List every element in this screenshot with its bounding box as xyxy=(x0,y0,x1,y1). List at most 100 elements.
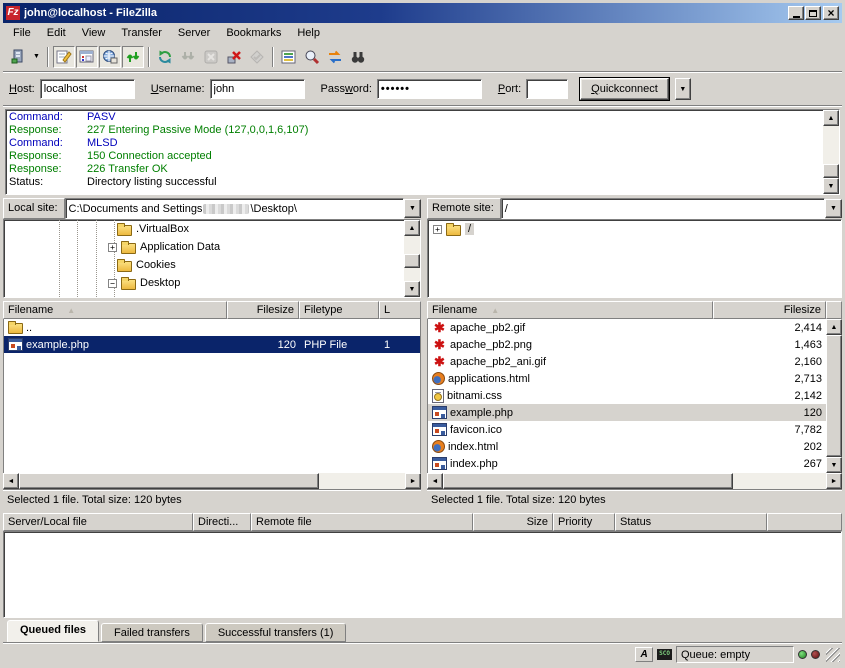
expand-icon[interactable]: + xyxy=(108,243,117,252)
column-header-filename[interactable]: Filename▲ xyxy=(427,301,713,319)
scroll-down-icon[interactable]: ▼ xyxy=(826,457,842,473)
scroll-thumb[interactable] xyxy=(823,164,839,178)
file-row[interactable]: ✱apache_pb2.png 1,463 xyxy=(428,336,826,353)
toggle-transfer-queue-button[interactable] xyxy=(122,46,144,68)
column-header-filetype[interactable]: Filetype xyxy=(299,301,379,319)
column-header-size[interactable]: Size xyxy=(473,513,553,531)
tree-item-virtualbox[interactable]: .VirtualBox xyxy=(4,220,404,238)
column-header-filename[interactable]: Filename▲ xyxy=(3,301,227,319)
toggle-message-log-button[interactable] xyxy=(53,46,75,68)
synchronized-browsing-button[interactable] xyxy=(324,46,346,68)
username-input[interactable] xyxy=(210,79,305,99)
queue-header: Server/Local file Directi... Remote file… xyxy=(3,513,842,531)
separator xyxy=(3,71,842,73)
column-header-direction[interactable]: Directi... xyxy=(193,513,251,531)
remote-site-label: Remote site: xyxy=(427,198,501,219)
tree-item-cookies[interactable]: Cookies xyxy=(4,256,404,274)
menu-item-server[interactable]: Server xyxy=(170,25,218,41)
scroll-thumb[interactable] xyxy=(404,254,420,268)
scroll-up-icon[interactable]: ▲ xyxy=(404,220,420,236)
scroll-up-icon[interactable]: ▲ xyxy=(823,110,839,126)
column-header-server-local[interactable]: Server/Local file xyxy=(3,513,193,531)
file-row[interactable]: favicon.ico 7,782 xyxy=(428,421,826,438)
column-header-status[interactable]: Status xyxy=(615,513,767,531)
tree-item-root[interactable]: + / xyxy=(428,220,841,238)
file-row-example-php[interactable]: example.php 120 PHP File 1 xyxy=(4,336,420,353)
log-scrollbar[interactable]: ▲ ▼ xyxy=(823,110,839,194)
refresh-button[interactable] xyxy=(154,46,176,68)
site-manager-dropdown[interactable]: ▼ xyxy=(30,53,43,60)
remote-horizontal-scrollbar[interactable]: ◄ ► xyxy=(427,473,842,489)
collapse-icon[interactable]: − xyxy=(108,279,117,288)
local-tree-scrollbar[interactable]: ▲ ▼ xyxy=(404,220,420,297)
site-manager-button[interactable] xyxy=(7,46,29,68)
directory-comparison-button[interactable] xyxy=(301,46,323,68)
scroll-thumb[interactable] xyxy=(19,473,319,489)
file-row[interactable]: index.php 267 xyxy=(428,455,826,472)
password-input[interactable] xyxy=(377,79,482,99)
port-input[interactable] xyxy=(526,79,568,99)
file-row-selected[interactable]: example.php 120 xyxy=(428,404,826,421)
tree-item-desktop[interactable]: − Desktop xyxy=(4,274,404,292)
menu-item-transfer[interactable]: Transfer xyxy=(113,25,170,41)
process-queue-button[interactable] xyxy=(177,46,199,68)
file-row[interactable]: ✱apache_pb2_ani.gif 2,160 xyxy=(428,353,826,370)
remote-site-dropdown[interactable]: ▼ xyxy=(825,199,842,218)
quickconnect-dropdown[interactable]: ▼ xyxy=(675,78,691,100)
tree-item-application-data[interactable]: + Application Data xyxy=(4,238,404,256)
host-input[interactable] xyxy=(40,79,135,99)
scroll-thumb[interactable] xyxy=(443,473,733,489)
close-button[interactable]: × xyxy=(823,6,839,20)
remote-directory-tree: + / xyxy=(427,219,842,298)
scroll-down-icon[interactable]: ▼ xyxy=(404,281,420,297)
column-header-modified[interactable]: L xyxy=(379,301,421,319)
file-row[interactable]: applications.html 2,713 xyxy=(428,370,826,387)
quickconnect-button[interactable]: Quickconnect xyxy=(580,78,669,100)
folder-icon xyxy=(121,279,136,290)
scroll-left-icon[interactable]: ◄ xyxy=(3,473,19,489)
tab-queued-files[interactable]: Queued files xyxy=(7,620,99,642)
menu-item-bookmarks[interactable]: Bookmarks xyxy=(218,25,289,41)
find-files-button[interactable] xyxy=(347,46,369,68)
column-header-filesize[interactable]: Filesize xyxy=(227,301,299,319)
local-site-path[interactable]: C:\Documents and Settings\Desktop\ xyxy=(65,198,404,219)
local-horizontal-scrollbar[interactable]: ◄ ► xyxy=(3,473,421,489)
file-row[interactable]: index.html 202 xyxy=(428,438,826,455)
queue-list[interactable] xyxy=(3,531,842,618)
minimize-button[interactable] xyxy=(788,6,804,20)
scroll-right-icon[interactable]: ► xyxy=(826,473,842,489)
reconnect-button[interactable] xyxy=(246,46,268,68)
column-header-filesize[interactable]: Filesize xyxy=(713,301,826,319)
tab-successful-transfers[interactable]: Successful transfers (1) xyxy=(205,623,347,642)
scroll-up-icon[interactable]: ▲ xyxy=(826,319,842,335)
expand-icon[interactable]: + xyxy=(433,225,442,234)
menu-item-view[interactable]: View xyxy=(74,25,114,41)
scroll-thumb[interactable] xyxy=(826,335,842,457)
local-directory-tree: .VirtualBox + Application Data Cookies − xyxy=(3,219,421,298)
scroll-down-icon[interactable]: ▼ xyxy=(823,178,839,194)
toggle-local-tree-button[interactable] xyxy=(76,46,98,68)
log-line: Command:MLSD xyxy=(9,137,823,150)
menu-item-file[interactable]: File xyxy=(5,25,39,41)
local-site-dropdown[interactable]: ▼ xyxy=(404,199,421,218)
maximize-button[interactable] xyxy=(805,6,821,20)
toggle-remote-tree-button[interactable] xyxy=(99,46,121,68)
file-row[interactable]: ✱apache_pb2.gif 2,414 xyxy=(428,319,826,336)
menu-item-edit[interactable]: Edit xyxy=(39,25,74,41)
cancel-button[interactable] xyxy=(200,46,222,68)
file-row[interactable]: bitnami.css 2,142 xyxy=(428,387,826,404)
toolbar-separator xyxy=(47,47,49,67)
column-header-priority[interactable]: Priority xyxy=(553,513,615,531)
scroll-left-icon[interactable]: ◄ xyxy=(427,473,443,489)
resize-grip[interactable] xyxy=(826,648,840,662)
tab-failed-transfers[interactable]: Failed transfers xyxy=(101,623,203,642)
file-row-updir[interactable]: .. xyxy=(4,319,420,336)
remote-list-scrollbar[interactable]: ▲ ▼ xyxy=(826,319,842,473)
scroll-right-icon[interactable]: ► xyxy=(405,473,421,489)
remote-site-path[interactable]: / xyxy=(501,198,825,219)
titlebar: Fz john@localhost - FileZilla × xyxy=(3,3,842,23)
directory-filters-button[interactable] xyxy=(278,46,300,68)
column-header-remote-file[interactable]: Remote file xyxy=(251,513,473,531)
disconnect-button[interactable] xyxy=(223,46,245,68)
menu-item-help[interactable]: Help xyxy=(289,25,328,41)
